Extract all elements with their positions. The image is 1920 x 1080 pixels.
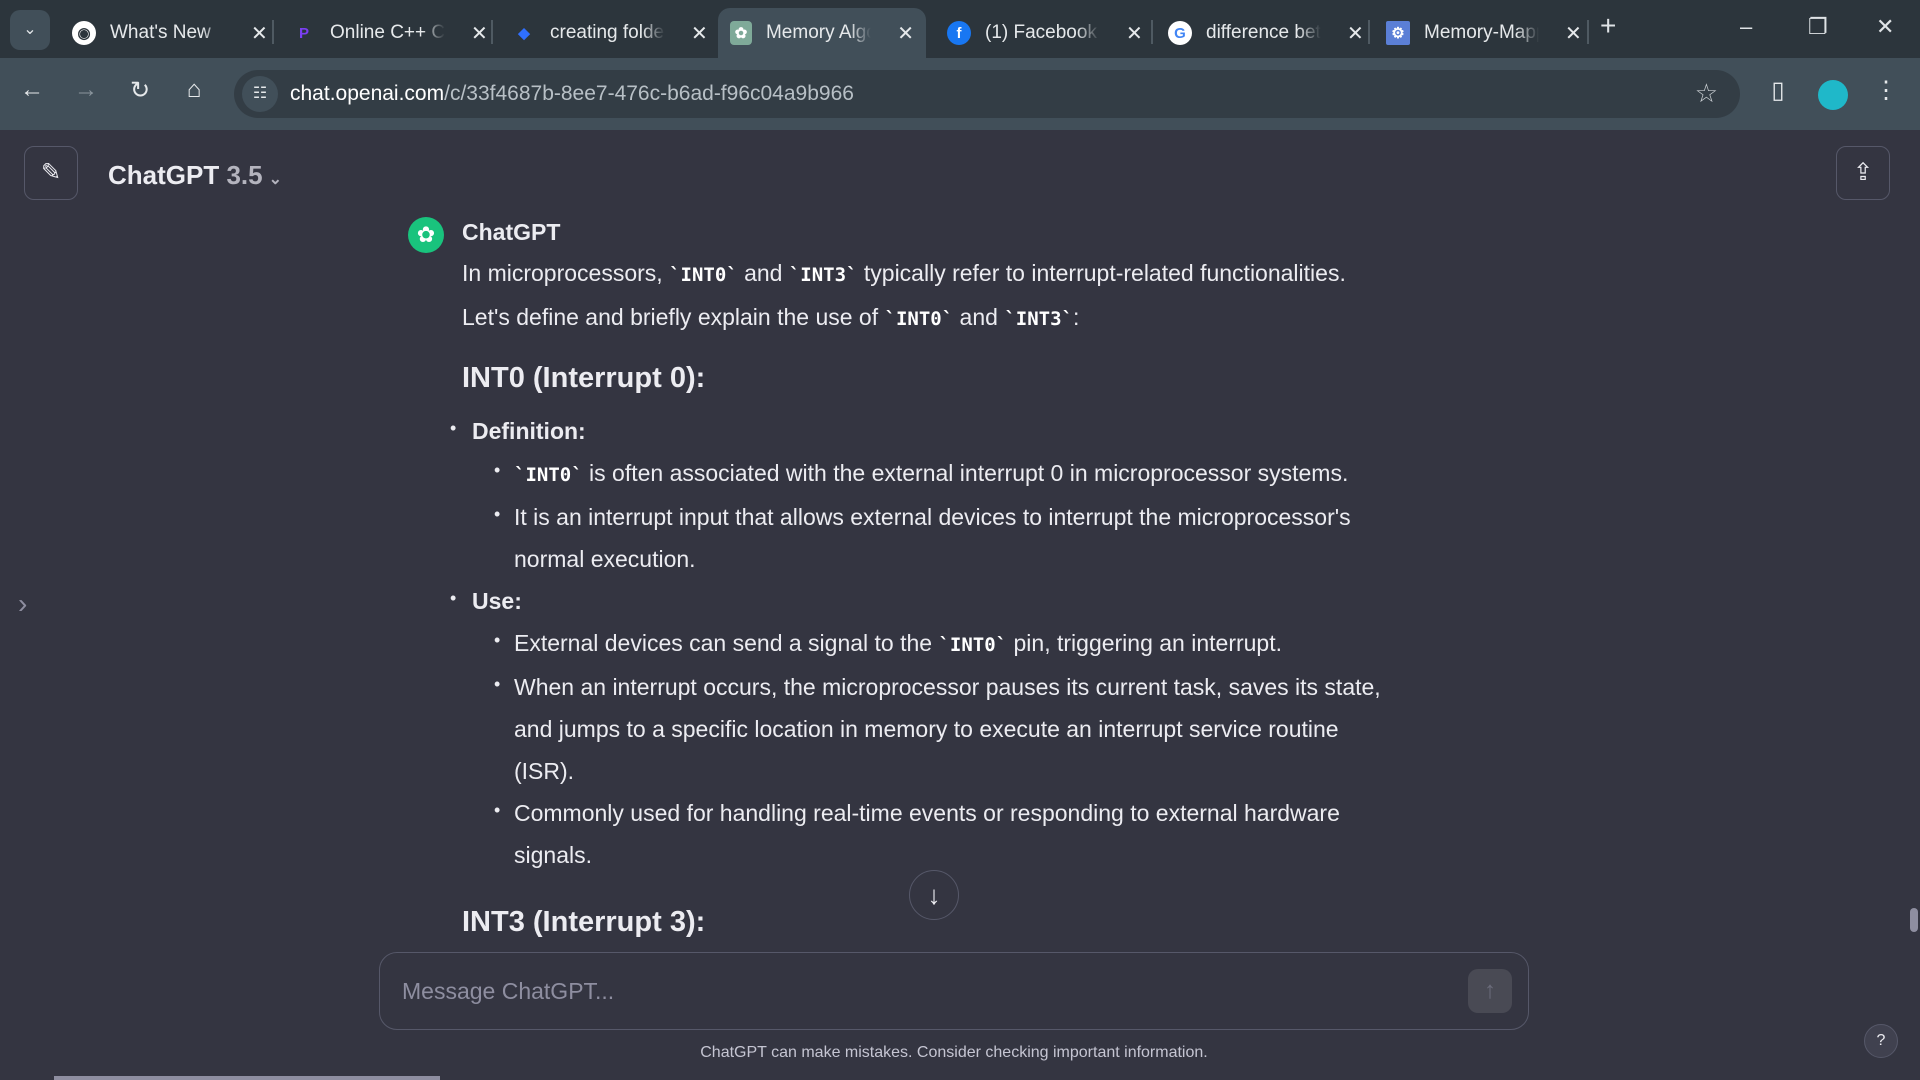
home-button[interactable]: ⌂ — [176, 76, 212, 104]
tab-memory-algorithms[interactable]: ✿Memory Algorithms✕ — [718, 8, 926, 58]
chatgpt-avatar-icon: ✿ — [408, 217, 444, 253]
tab-separator — [491, 20, 493, 44]
tab-facebook[interactable]: f (1) Facebook ✕ — [935, 8, 1155, 58]
tab-whats-new[interactable]: ◉ What's New ✕ — [60, 8, 280, 58]
sidebar-toggle[interactable]: › — [18, 588, 27, 620]
close-tab-icon[interactable]: ✕ — [1565, 21, 1582, 46]
list-item: It is an interrupt input that allows ext… — [472, 493, 1392, 580]
tab-separator — [1368, 20, 1370, 44]
scroll-to-bottom-button[interactable]: ↓ — [909, 870, 959, 920]
reload-button[interactable]: ↻ — [122, 76, 158, 105]
help-button[interactable]: ? — [1864, 1024, 1898, 1058]
forward-button[interactable]: → — [68, 76, 104, 104]
diamond-icon: ◆ — [518, 25, 530, 42]
share-button[interactable]: ⇪ — [1836, 146, 1890, 200]
list-item: Definition: `INT0` is often associated w… — [450, 407, 1392, 580]
new-chat-button[interactable]: ✎ — [24, 146, 78, 200]
intro-paragraph: In microprocessors, `INT0` and `INT3` ty… — [462, 260, 1346, 330]
menu-kebab-icon[interactable]: ⋮ — [1868, 76, 1904, 105]
facebook-icon: f — [947, 21, 971, 45]
close-tab-icon[interactable]: ✕ — [1126, 21, 1143, 46]
side-panel-icon[interactable]: ▯ — [1760, 76, 1796, 105]
restore-button[interactable]: ❐ — [1808, 14, 1828, 40]
profile-avatar[interactable] — [1818, 80, 1848, 110]
tab-strip: ⌄ ◉What's New✕ POnline C++ Compiler✕ ◆cr… — [0, 0, 1920, 58]
assistant-message: ChatGPT In microprocessors, `INT0` and `… — [450, 212, 1392, 952]
model-selector[interactable]: ChatGPT 3.5 ⌄ — [108, 160, 282, 191]
tab-difference-between[interactable]: Gdifference between✕ — [1156, 8, 1376, 58]
conversation: ✿ ChatGPT In microprocessors, `INT0` and… — [400, 212, 1440, 952]
composer: ↑ — [379, 952, 1529, 1030]
tab-memory-mapped[interactable]: ⚙Memory-Mapped✕ — [1374, 8, 1594, 58]
tab-creating-folder[interactable]: ◆ creating folder ✕ — [500, 8, 720, 58]
chatgpt-icon: ✿ — [730, 21, 752, 45]
bookmark-star-icon[interactable]: ☆ — [1695, 78, 1718, 109]
close-window-button[interactable]: ✕ — [1876, 14, 1894, 40]
list-item: `INT0` is often associated with the exte… — [472, 449, 1392, 496]
chrome-icon: ◉ — [72, 21, 96, 45]
close-tab-icon[interactable]: ✕ — [897, 21, 914, 46]
close-tab-icon[interactable]: ✕ — [251, 21, 268, 46]
back-button[interactable]: ← — [14, 76, 50, 104]
google-icon: G — [1168, 21, 1192, 45]
send-button[interactable]: ↑ — [1468, 969, 1512, 1013]
vertical-scrollbar[interactable] — [1910, 908, 1918, 932]
list-item: Commonly used for handling real-time eve… — [472, 789, 1392, 876]
browser-toolbar: ← → ↻ ⌂ ☷ chat.openai.com/c/33f4687b-8ee… — [0, 58, 1920, 130]
section-heading-int0: INT0 (Interrupt 0): — [462, 362, 706, 394]
close-tab-icon[interactable]: ✕ — [691, 21, 708, 46]
close-tab-icon[interactable]: ✕ — [1347, 21, 1364, 46]
tab-online-cpp[interactable]: POnline C++ Compiler✕ — [280, 8, 500, 58]
tab-search-button[interactable]: ⌄ — [10, 10, 50, 50]
close-tab-icon[interactable]: ✕ — [471, 21, 488, 46]
list-item: Use: External devices can send a signal … — [450, 577, 1392, 876]
minimize-button[interactable]: – — [1740, 14, 1752, 40]
tab-separator — [1587, 20, 1589, 44]
author-name: ChatGPT — [462, 219, 561, 245]
tab-separator — [272, 20, 274, 44]
address-bar[interactable]: ☷ chat.openai.com/c/33f4687b-8ee7-476c-b… — [234, 70, 1740, 118]
message-input[interactable] — [402, 973, 1402, 1009]
list-item: External devices can send a signal to th… — [472, 619, 1392, 666]
url-text[interactable]: chat.openai.com/c/33f4687b-8ee7-476c-b6a… — [290, 82, 854, 106]
tab-separator — [1151, 20, 1153, 44]
chevron-down-icon: ⌄ — [268, 171, 283, 188]
new-tab-button[interactable]: + — [1600, 10, 1616, 42]
site-info-icon[interactable]: ☷ — [242, 76, 278, 112]
disclaimer-text: ChatGPT can make mistakes. Consider chec… — [700, 1044, 1208, 1061]
list-item: When an interrupt occurs, the microproce… — [472, 663, 1392, 792]
gear-site-icon: ⚙ — [1386, 21, 1410, 45]
programiz-icon: P — [298, 24, 309, 42]
horizontal-scrollbar[interactable] — [54, 1076, 440, 1080]
